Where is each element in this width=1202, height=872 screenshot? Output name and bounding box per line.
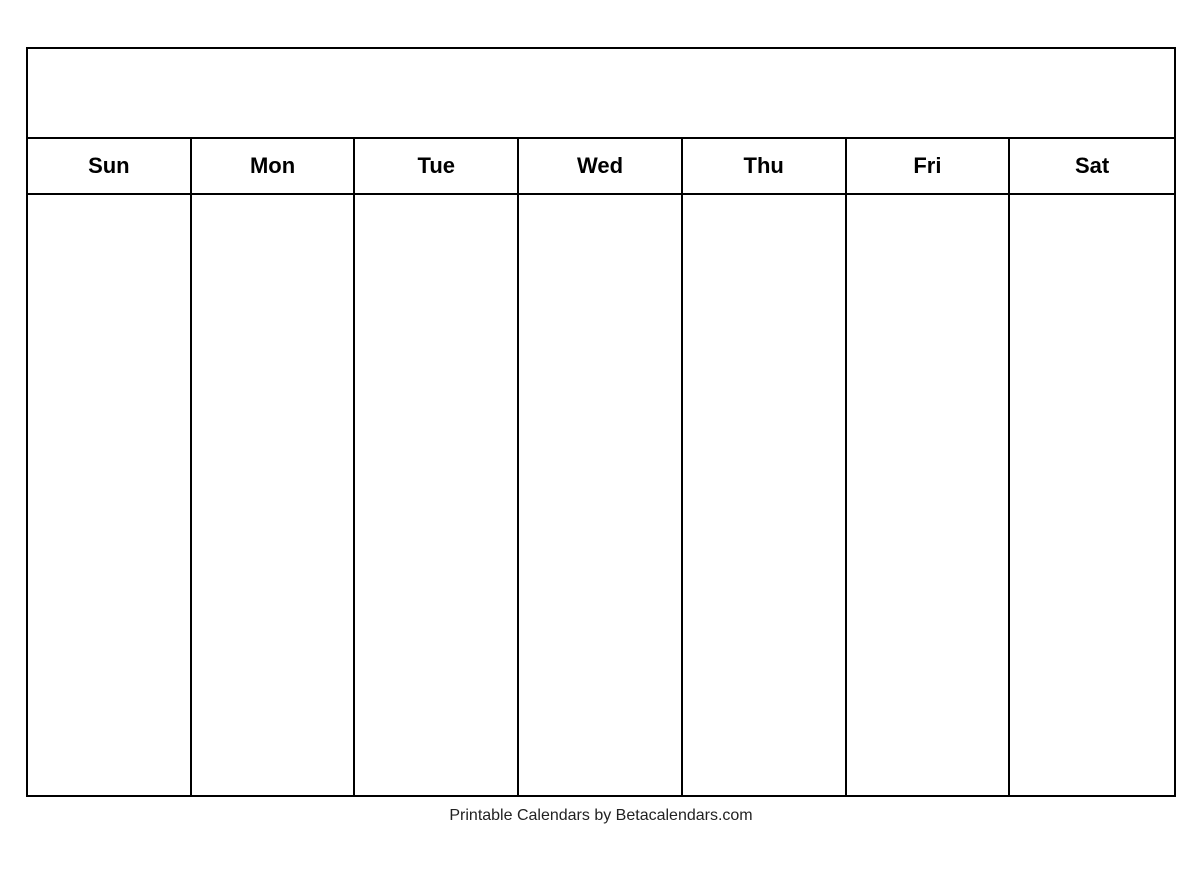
day-cell-2-2: [192, 315, 356, 435]
day-cell-2-6: [847, 315, 1011, 435]
day-cell-4-2: [192, 555, 356, 675]
day-cell-5-1: [28, 675, 192, 795]
day-cell-4-6: [847, 555, 1011, 675]
calendar-footer: Printable Calendars by Betacalendars.com: [449, 807, 752, 825]
day-cell-1-6: [847, 195, 1011, 315]
day-cell-3-6: [847, 435, 1011, 555]
calendar-week-row-3: [28, 435, 1174, 555]
day-cell-4-3: [355, 555, 519, 675]
header-mon: Mon: [192, 139, 356, 193]
day-cell-5-3: [355, 675, 519, 795]
calendar-week-row-4: [28, 555, 1174, 675]
day-cell-4-4: [519, 555, 683, 675]
day-cell-4-7: [1010, 555, 1174, 675]
day-cell-1-3: [355, 195, 519, 315]
day-cell-3-1: [28, 435, 192, 555]
calendar-header-row: Sun Mon Tue Wed Thu Fri Sat: [28, 139, 1174, 195]
header-thu: Thu: [683, 139, 847, 193]
day-cell-3-7: [1010, 435, 1174, 555]
header-tue: Tue: [355, 139, 519, 193]
header-wed: Wed: [519, 139, 683, 193]
header-sun: Sun: [28, 139, 192, 193]
day-cell-5-7: [1010, 675, 1174, 795]
day-cell-2-5: [683, 315, 847, 435]
day-cell-1-7: [1010, 195, 1174, 315]
day-cell-5-2: [192, 675, 356, 795]
day-cell-3-3: [355, 435, 519, 555]
day-cell-4-1: [28, 555, 192, 675]
calendar-week-row-5: [28, 675, 1174, 795]
header-sat: Sat: [1010, 139, 1174, 193]
day-cell-3-2: [192, 435, 356, 555]
calendar-wrapper: Sun Mon Tue Wed Thu Fri Sat: [26, 47, 1176, 825]
day-cell-1-4: [519, 195, 683, 315]
calendar-week-row-2: [28, 315, 1174, 435]
day-cell-4-5: [683, 555, 847, 675]
header-fri: Fri: [847, 139, 1011, 193]
calendar-body: [28, 195, 1174, 795]
day-cell-2-7: [1010, 315, 1174, 435]
day-cell-3-5: [683, 435, 847, 555]
day-cell-1-1: [28, 195, 192, 315]
day-cell-5-5: [683, 675, 847, 795]
calendar-container: Sun Mon Tue Wed Thu Fri Sat: [26, 47, 1176, 797]
day-cell-3-4: [519, 435, 683, 555]
day-cell-2-1: [28, 315, 192, 435]
calendar-title-row: [28, 49, 1174, 139]
day-cell-2-3: [355, 315, 519, 435]
day-cell-1-5: [683, 195, 847, 315]
day-cell-5-4: [519, 675, 683, 795]
calendar-week-row-1: [28, 195, 1174, 315]
day-cell-2-4: [519, 315, 683, 435]
day-cell-5-6: [847, 675, 1011, 795]
day-cell-1-2: [192, 195, 356, 315]
